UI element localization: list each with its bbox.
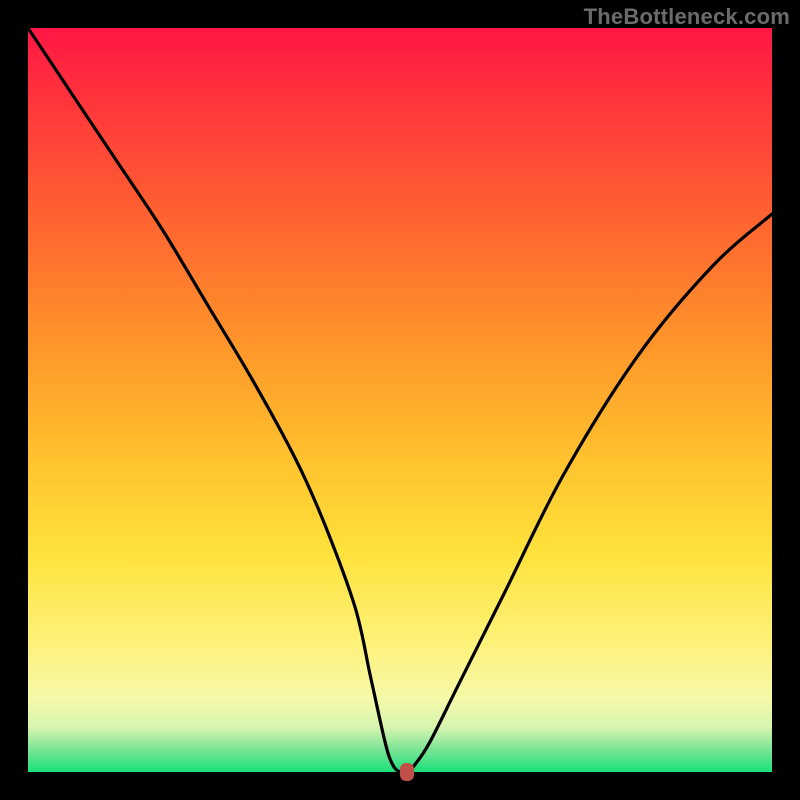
curve-minimum-marker: [400, 763, 414, 781]
watermark-text: TheBottleneck.com: [584, 4, 790, 30]
curve-svg: [28, 28, 772, 772]
bottleneck-curve-path: [28, 28, 772, 772]
chart-frame: TheBottleneck.com: [0, 0, 800, 800]
plot-area: [28, 28, 772, 772]
